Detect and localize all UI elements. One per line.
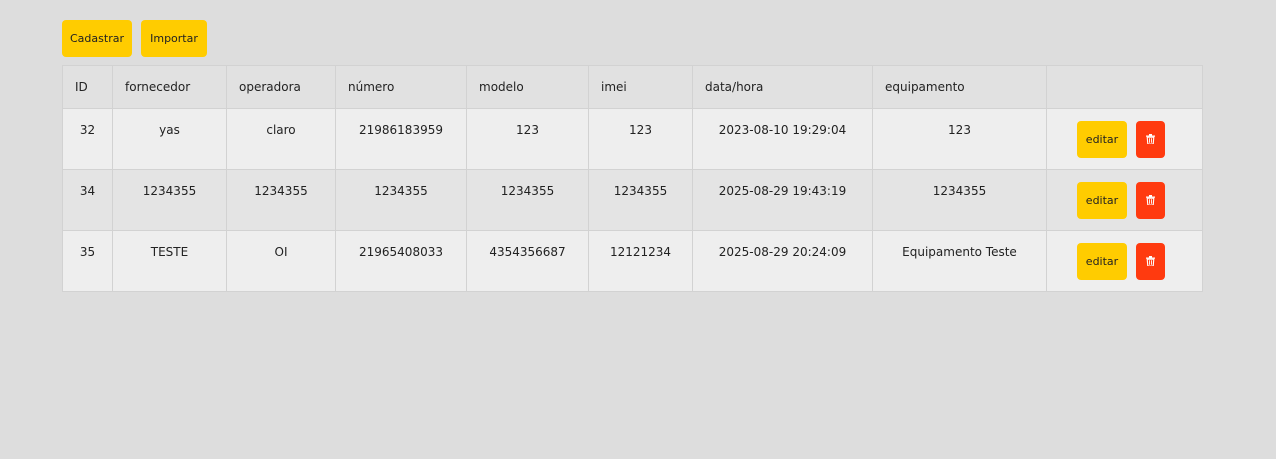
cell-fornecedor: TESTE [112,230,227,292]
trash-icon [1146,134,1155,144]
column-header-datahora: data/hora [692,65,873,109]
column-header-equipamento: equipamento [872,65,1047,109]
delete-button[interactable] [1136,120,1165,158]
cell-numero: 1234355 [335,169,467,231]
edit-button[interactable]: editar [1077,120,1127,158]
edit-button[interactable]: editar [1077,242,1127,280]
trash-icon [1146,195,1155,205]
cell-datahora: 2025-08-29 19:43:19 [692,169,873,231]
cadastrar-button[interactable]: Cadastrar [62,20,132,57]
column-header-operadora: operadora [226,65,336,109]
row-actions: editar [1047,242,1202,280]
cell-equipamento: Equipamento Teste [872,230,1047,292]
column-header-numero: número [335,65,467,109]
table-row: 35 TESTE OI 21965408033 4354356687 12121… [62,230,1203,292]
cell-id: 35 [62,230,113,292]
cell-numero: 21986183959 [335,108,467,170]
cell-imei: 1234355 [588,169,693,231]
cell-actions: editar [1046,108,1203,170]
cell-actions: editar [1046,230,1203,292]
delete-button[interactable] [1136,242,1165,280]
cell-datahora: 2025-08-29 20:24:09 [692,230,873,292]
cell-id: 34 [62,169,113,231]
cell-imei: 12121234 [588,230,693,292]
column-header-id: ID [62,65,113,109]
cell-operadora: claro [226,108,336,170]
table-header-row: ID fornecedor operadora número modelo im… [62,65,1203,109]
table-row: 32 yas claro 21986183959 123 123 2023-08… [62,108,1203,170]
cell-operadora: 1234355 [226,169,336,231]
cell-id: 32 [62,108,113,170]
toolbar: Cadastrar Importar [62,20,207,57]
column-header-fornecedor: fornecedor [112,65,227,109]
cell-numero: 21965408033 [335,230,467,292]
cell-operadora: OI [226,230,336,292]
row-actions: editar [1047,181,1202,219]
cell-modelo: 1234355 [466,169,589,231]
cell-actions: editar [1046,169,1203,231]
data-table: ID fornecedor operadora número modelo im… [62,65,1203,292]
cell-imei: 123 [588,108,693,170]
trash-icon [1146,256,1155,266]
column-header-modelo: modelo [466,65,589,109]
table-row: 34 1234355 1234355 1234355 1234355 12343… [62,169,1203,231]
cell-datahora: 2023-08-10 19:29:04 [692,108,873,170]
cell-equipamento: 1234355 [872,169,1047,231]
cell-equipamento: 123 [872,108,1047,170]
importar-button[interactable]: Importar [141,20,207,57]
cell-modelo: 123 [466,108,589,170]
row-actions: editar [1047,120,1202,158]
cell-fornecedor: yas [112,108,227,170]
cell-modelo: 4354356687 [466,230,589,292]
edit-button[interactable]: editar [1077,181,1127,219]
delete-button[interactable] [1136,181,1165,219]
column-header-imei: imei [588,65,693,109]
column-header-actions [1046,65,1203,109]
cell-fornecedor: 1234355 [112,169,227,231]
